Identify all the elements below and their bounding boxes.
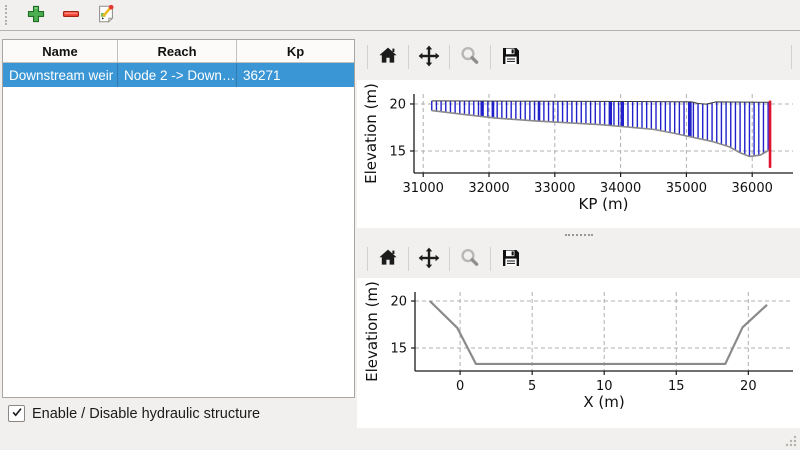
home-button[interactable]: [375, 246, 401, 272]
pan-button[interactable]: [416, 44, 442, 70]
plus-icon: [25, 3, 47, 28]
column-header-kp[interactable]: Kp: [237, 40, 354, 62]
column-header-reach[interactable]: Reach: [118, 40, 237, 62]
zoom-button[interactable]: [457, 44, 483, 70]
toolbar-separator: [490, 247, 491, 271]
toolbar-separator: [791, 45, 792, 69]
column-header-name[interactable]: Name: [3, 40, 118, 62]
enable-structure-checkbox[interactable]: Enable / Disable hydraulic structure: [8, 405, 260, 422]
toolbar-separator: [408, 45, 409, 69]
toolbar-separator: [449, 247, 450, 271]
svg-text:35000: 35000: [666, 181, 707, 196]
splitter-handle-dots: [565, 234, 593, 236]
toolbar-separator: [449, 45, 450, 69]
svg-text:0: 0: [456, 379, 464, 394]
svg-text:20: 20: [390, 295, 407, 310]
toolbar-separator: [408, 247, 409, 271]
application-window: { "main_toolbar": { "buttons": [ {"label…: [0, 0, 800, 450]
minus-icon: [60, 3, 82, 28]
home-button[interactable]: [375, 44, 401, 70]
toolbar-separator: [367, 247, 368, 271]
svg-text:31000: 31000: [403, 181, 444, 196]
cell-name: Downstream weir: [3, 63, 118, 87]
cell-reach: Node 2 -> Down…: [118, 63, 237, 87]
save-button[interactable]: [498, 44, 524, 70]
save-icon: [499, 246, 523, 273]
structures-table[interactable]: Name Reach Kp Downstream weir Node 2 -> …: [2, 39, 355, 398]
add-structure-button[interactable]: [23, 2, 49, 28]
save-icon: [499, 44, 523, 71]
svg-text:32000: 32000: [468, 181, 509, 196]
zoom-icon: [458, 246, 482, 273]
profile-chart-toolbar: [357, 38, 800, 76]
checkbox-box[interactable]: [8, 405, 25, 422]
pan-icon: [417, 44, 441, 71]
cross-section-chart-canvas[interactable]: 0 5 10 15 20 15 20 X (m) Elevation (m): [357, 278, 800, 428]
pan-button[interactable]: [416, 246, 442, 272]
svg-text:10: 10: [596, 379, 613, 394]
svg-text:20: 20: [740, 379, 757, 394]
svg-text:X (m): X (m): [583, 393, 624, 411]
svg-text:15: 15: [668, 379, 685, 394]
svg-text:Elevation (m): Elevation (m): [362, 83, 380, 184]
home-icon: [376, 246, 400, 273]
zoom-icon: [458, 44, 482, 71]
profile-chart-canvas[interactable]: 31000 32000 33000 34000 35000 36000 15 20 KP (m)…: [357, 80, 800, 228]
main-toolbar: [0, 0, 800, 31]
chart-splitter[interactable]: [357, 228, 800, 242]
table-row[interactable]: Downstream weir Node 2 -> Down… 36271: [3, 63, 354, 87]
zoom-button[interactable]: [457, 246, 483, 272]
pan-icon: [417, 246, 441, 273]
checkbox-label: Enable / Disable hydraulic structure: [32, 406, 260, 422]
remove-structure-button[interactable]: [58, 2, 84, 28]
cell-kp: 36271: [237, 63, 354, 87]
svg-text:34000: 34000: [600, 181, 641, 196]
svg-text:15: 15: [390, 341, 407, 356]
cross-section-chart-toolbar: [357, 242, 800, 276]
save-button[interactable]: [498, 246, 524, 272]
toolbar-separator: [490, 45, 491, 69]
window-resize-grip[interactable]: [781, 431, 799, 449]
svg-text:36000: 36000: [732, 181, 773, 196]
check-icon: [11, 405, 23, 423]
svg-text:20: 20: [389, 97, 406, 112]
svg-text:33000: 33000: [534, 181, 575, 196]
toolbar-drag-handle[interactable]: [5, 5, 11, 25]
edit-structure-button[interactable]: [93, 2, 119, 28]
edit-icon: [95, 3, 117, 28]
svg-text:KP (m): KP (m): [579, 195, 629, 213]
toolbar-separator: [367, 45, 368, 69]
table-header: Name Reach Kp: [3, 40, 354, 63]
svg-text:Elevation (m): Elevation (m): [363, 281, 381, 382]
home-icon: [376, 44, 400, 71]
svg-text:15: 15: [389, 144, 406, 159]
svg-text:5: 5: [528, 379, 536, 394]
